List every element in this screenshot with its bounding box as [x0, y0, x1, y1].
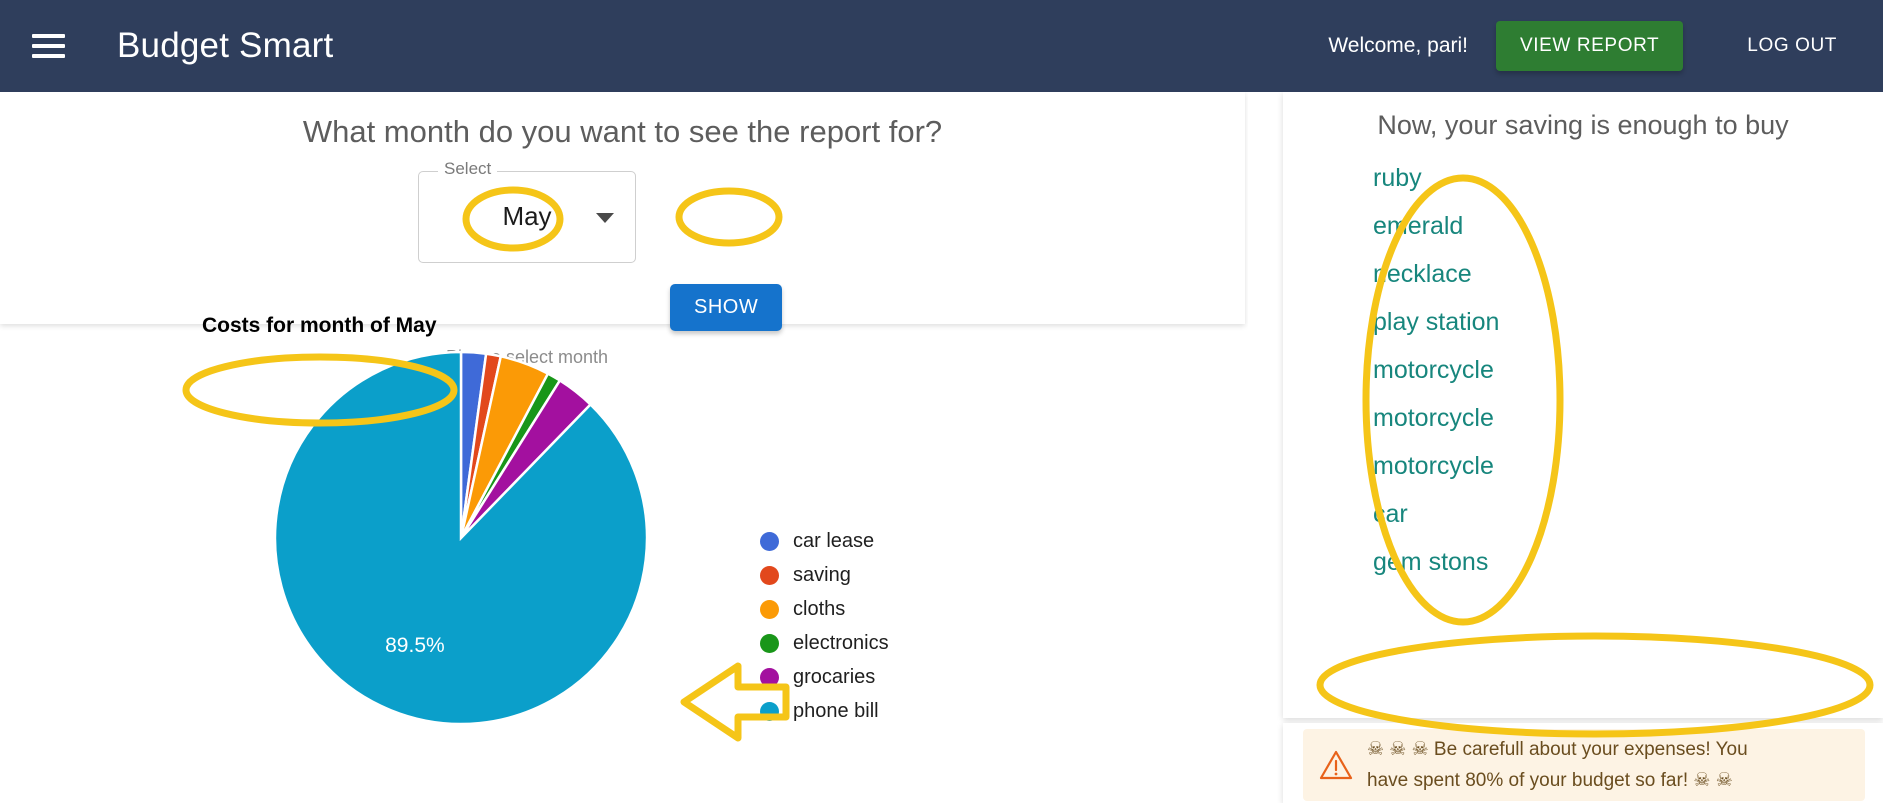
saving-list-item[interactable]: ruby [1373, 154, 1499, 202]
saving-list-item[interactable]: car [1373, 490, 1499, 538]
saving-list-item[interactable]: motorcycle [1373, 442, 1499, 490]
legend-color-dot [760, 667, 779, 687]
chart-title: Costs for month of May [202, 314, 437, 337]
page-content: What month do you want to see the report… [0, 92, 1883, 803]
saving-list-item[interactable]: gem stons [1373, 538, 1499, 586]
pie-slice-label: 89.5% [385, 634, 445, 657]
hamburger-bar [32, 34, 65, 38]
budget-warning-alert: ☠ ☠ ☠ Be carefull about your expenses! Y… [1303, 729, 1865, 801]
legend-color-dot [760, 565, 779, 585]
legend-color-dot [760, 701, 779, 721]
legend-color-dot [760, 599, 779, 619]
view-report-button[interactable]: VIEW REPORT [1496, 21, 1684, 71]
legend-item-label: cloths [793, 597, 846, 620]
hamburger-bar [32, 44, 65, 48]
savings-title: Now, your saving is enough to buy [1377, 110, 1789, 140]
chevron-down-icon[interactable] [596, 213, 614, 223]
legend-item-label: saving [793, 563, 851, 586]
alert-line-2: have spent 80% of your budget so far! ☠ … [1367, 770, 1733, 791]
legend-color-dot [760, 633, 779, 653]
month-select[interactable]: Select May Please select month [418, 159, 636, 367]
savings-list: ruby emerald necklace play station motorcycl… [1373, 154, 1499, 586]
month-selector-card: What month do you want to see the report… [0, 92, 1245, 367]
legend-item-label: phone bill [793, 699, 879, 722]
legend-item[interactable]: phone bill [760, 694, 889, 728]
saving-list-item[interactable]: emerald [1373, 202, 1499, 250]
pie-slices [273, 350, 649, 726]
legend-item-label: electronics [793, 631, 889, 654]
savings-card: Now, your saving is enough to buy ruby em… [1283, 92, 1883, 718]
left-panel: What month do you want to see the report… [0, 92, 1248, 803]
right-panel: Now, your saving is enough to buy ruby em… [1248, 92, 1883, 803]
alert-text-block: ☠ ☠ ☠ Be carefull about your expenses! Y… [1367, 734, 1748, 796]
select-legend: Select [438, 159, 498, 179]
hamburger-menu-icon[interactable] [32, 26, 72, 66]
logout-button[interactable]: LOG OUT [1727, 21, 1857, 71]
legend-item[interactable]: cloths [760, 592, 889, 626]
alert-card: ☠ ☠ ☠ Be carefull about your expenses! Y… [1283, 723, 1883, 803]
saving-list-item[interactable]: necklace [1373, 250, 1499, 298]
saving-list-item[interactable]: motorcycle [1373, 346, 1499, 394]
header-actions: Welcome, pari! VIEW REPORT LOG OUT [1328, 21, 1857, 71]
welcome-message: Welcome, pari! [1328, 34, 1468, 57]
costs-pie-chart: 89.5% [273, 350, 649, 726]
pie-slice [273, 350, 649, 726]
legend-item[interactable]: saving [760, 558, 889, 592]
legend-item-label: car lease [793, 529, 875, 552]
hamburger-bar [32, 54, 65, 58]
saving-list-item[interactable]: motorcycle [1373, 394, 1499, 442]
legend-item[interactable]: electronics [760, 626, 889, 660]
saving-list-item[interactable]: play station [1373, 298, 1499, 346]
app-title: Budget Smart [117, 26, 334, 65]
app-header: Budget Smart Welcome, pari! VIEW REPORT … [0, 0, 1883, 92]
legend-item[interactable]: car lease [760, 524, 889, 558]
legend-color-dot [760, 531, 779, 551]
chart-legend: car lease saving cloths electronics grocarie… [760, 524, 889, 728]
legend-item[interactable]: grocaries [760, 660, 889, 694]
question-text: What month do you want to see the report… [302, 114, 943, 149]
show-button[interactable]: SHOW [670, 284, 783, 331]
legend-item-label: grocaries [793, 665, 876, 688]
alert-line-1: ☠ ☠ ☠ Be carefull about your expenses! Y… [1367, 739, 1748, 760]
warning-triangle-icon [1319, 750, 1353, 780]
